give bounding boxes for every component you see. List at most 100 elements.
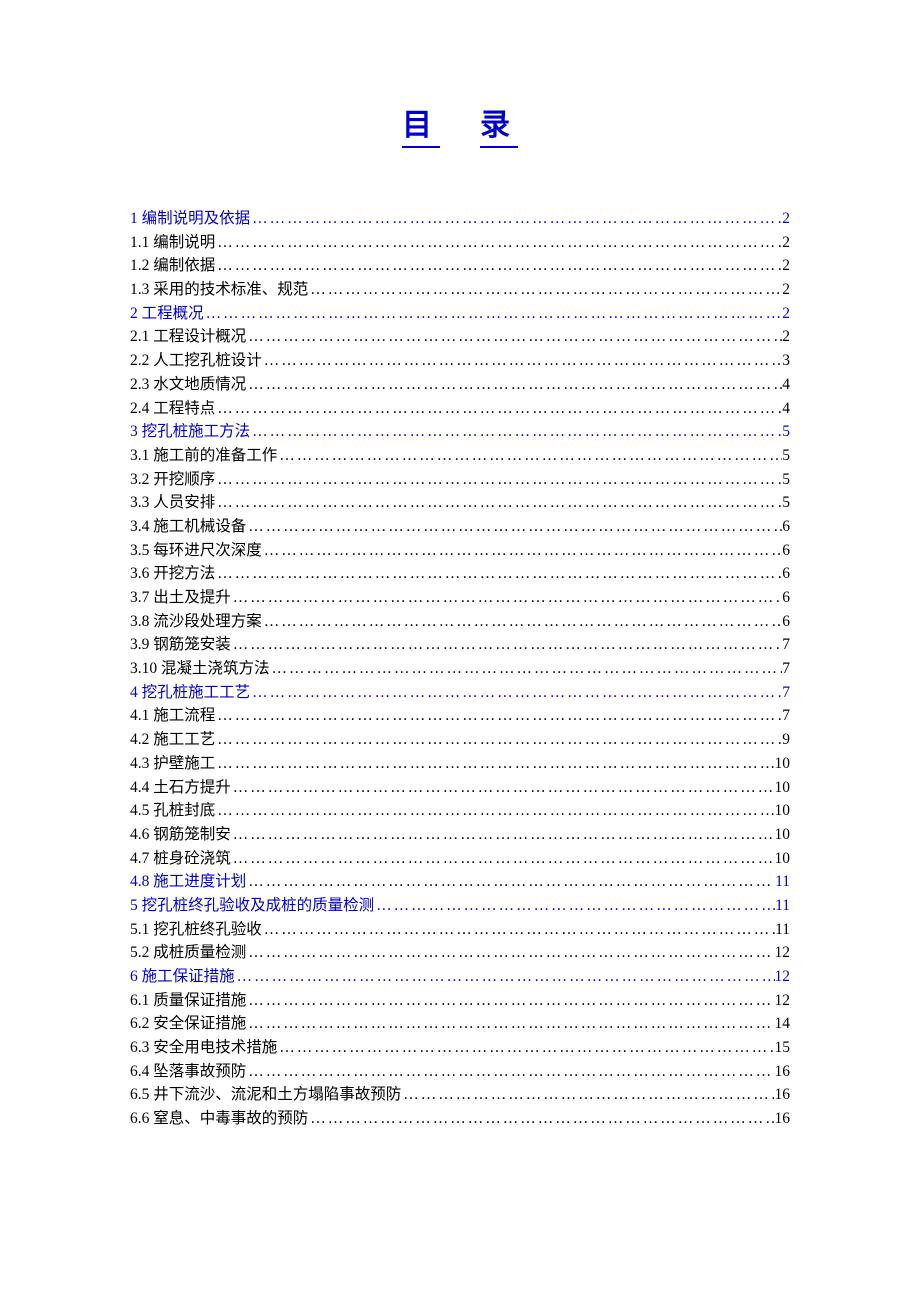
toc-leader-dots: …………………………………………………………………………………………………………… (215, 800, 774, 822)
toc-entry[interactable]: 3.3 人员安排……………………………………………………………………………………… (130, 492, 790, 514)
toc-entry[interactable]: 5 挖孔桩终孔验收及成桩的质量检测……………………………………………………………… (130, 895, 790, 917)
toc-entry[interactable]: 3.1 施工前的准备工作…………………………………………………………………………… (130, 445, 790, 467)
toc-entry-label: 3.5 每环进尺次深度 (130, 540, 262, 562)
toc-entry[interactable]: 6 施工保证措施……………………………………………………………………………………… (130, 966, 790, 988)
toc-entry-page: 10 (775, 824, 791, 846)
toc-leader-dots: …………………………………………………………………………………………………………… (262, 350, 782, 372)
toc-entry[interactable]: 2.1 工程设计概况………………………………………………………………………………… (130, 326, 790, 348)
toc-entry[interactable]: 4 挖孔桩施工工艺…………………………………………………………………………………… (130, 682, 790, 704)
toc-entry[interactable]: 3.2 开挖顺序……………………………………………………………………………………… (130, 469, 790, 491)
toc-entry[interactable]: 3.8 流沙段处理方案……………………………………………………………………………… (130, 611, 790, 633)
toc-entry-page: 15 (775, 1037, 791, 1059)
toc-entry-label: 3.2 开挖顺序 (130, 469, 215, 491)
toc-entry[interactable]: 4.7 桩身砼浇筑…………………………………………………………………………………… (130, 848, 790, 870)
toc-entry[interactable]: 4.2 施工工艺……………………………………………………………………………………… (130, 729, 790, 751)
toc-leader-dots: …………………………………………………………………………………………………………… (270, 658, 783, 680)
toc-entry[interactable]: 4.5 孔桩封底……………………………………………………………………………………… (130, 800, 790, 822)
table-of-contents: 1 编制说明及依据…………………………………………………………………………………… (130, 208, 790, 1130)
toc-entry[interactable]: 6.3 安全用电技术措施…………………………………………………………………………… (130, 1037, 790, 1059)
toc-leader-dots: …………………………………………………………………………………………………………… (231, 777, 775, 799)
toc-entry-label: 6.4 坠落事故预防 (130, 1061, 246, 1083)
toc-entry-label: 2.4 工程特点 (130, 398, 215, 420)
toc-entry[interactable]: 5.2 成桩质量检测………………………………………………………………………………… (130, 942, 790, 964)
toc-entry[interactable]: 4.6 钢筋笼制安…………………………………………………………………………………… (130, 824, 790, 846)
toc-entry-label: 6.5 井下流沙、流泥和土方塌陷事故预防 (130, 1084, 401, 1106)
toc-entry[interactable]: 6.6 窒息、中毒事故的预防……………………………………………………………………… (130, 1108, 790, 1130)
toc-entry-label: 5.2 成桩质量检测 (130, 942, 246, 964)
toc-entry[interactable]: 3.10 混凝土浇筑方法…………………………………………………………………………… (130, 658, 790, 680)
toc-entry-page: 7 (782, 634, 790, 656)
toc-entry-label: 4.8 施工进度计划 (130, 871, 246, 893)
toc-entry-page: 5 (782, 492, 790, 514)
toc-entry[interactable]: 4.3 护壁施工……………………………………………………………………………………… (130, 753, 790, 775)
toc-leader-dots: …………………………………………………………………………………………………………… (215, 729, 782, 751)
toc-leader-dots: …………………………………………………………………………………………………………… (246, 516, 782, 538)
toc-entry[interactable]: 2.3 水文地质情况………………………………………………………………………………… (130, 374, 790, 396)
toc-entry-label: 2.3 水文地质情况 (130, 374, 246, 396)
toc-entry-page: 11 (775, 895, 790, 917)
toc-entry[interactable]: 6.4 坠落事故预防………………………………………………………………………………… (130, 1061, 790, 1083)
toc-entry-label: 3.7 出土及提升 (130, 587, 231, 609)
toc-leader-dots: …………………………………………………………………………………………………………… (231, 848, 775, 870)
toc-entry-page: 2 (782, 326, 790, 348)
toc-entry[interactable]: 6.5 井下流沙、流泥和土方塌陷事故预防……………………………………………………… (130, 1084, 790, 1106)
toc-entry-label: 4.3 护壁施工 (130, 753, 215, 775)
toc-entry-page: 4 (782, 374, 790, 396)
toc-leader-dots: …………………………………………………………………………………………………………… (277, 445, 782, 467)
toc-entry-label: 3.6 开挖方法 (130, 563, 215, 585)
toc-entry[interactable]: 3.7 出土及提升…………………………………………………………………………………… (130, 587, 790, 609)
toc-entry[interactable]: 6.1 质量保证措施………………………………………………………………………………… (130, 990, 790, 1012)
toc-entry[interactable]: 2 工程概况…………………………………………………………………………………………… (130, 303, 790, 325)
toc-entry[interactable]: 4.1 施工流程……………………………………………………………………………………… (130, 705, 790, 727)
toc-entry-label: 4 挖孔桩施工工艺 (130, 682, 250, 704)
toc-entry-page: 5 (782, 421, 790, 443)
toc-entry[interactable]: 1.1 编制说明……………………………………………………………………………………… (130, 232, 790, 254)
toc-entry-label: 3.9 钢筋笼安装 (130, 634, 231, 656)
toc-leader-dots: …………………………………………………………………………………………………………… (250, 208, 782, 230)
toc-leader-dots: …………………………………………………………………………………………………………… (374, 895, 775, 917)
toc-entry[interactable]: 1 编制说明及依据…………………………………………………………………………………… (130, 208, 790, 230)
toc-leader-dots: …………………………………………………………………………………………………………… (235, 966, 775, 988)
toc-entry[interactable]: 1.3 采用的技术标准、规范……………………………………………………………………… (130, 279, 790, 301)
toc-entry-label: 4.1 施工流程 (130, 705, 215, 727)
toc-leader-dots: …………………………………………………………………………………………………………… (215, 563, 782, 585)
toc-entry-label: 3.10 混凝土浇筑方法 (130, 658, 270, 680)
toc-leader-dots: …………………………………………………………………………………………………………… (246, 942, 774, 964)
toc-entry[interactable]: 3.4 施工机械设备………………………………………………………………………………… (130, 516, 790, 538)
toc-leader-dots: …………………………………………………………………………………………………………… (246, 326, 782, 348)
toc-entry-label: 1.1 编制说明 (130, 232, 215, 254)
toc-entry-label: 6.3 安全用电技术措施 (130, 1037, 277, 1059)
toc-leader-dots: …………………………………………………………………………………………………………… (250, 421, 782, 443)
toc-entry-label: 2.2 人工挖孔桩设计 (130, 350, 262, 372)
toc-leader-dots: …………………………………………………………………………………………………………… (262, 540, 782, 562)
toc-entry-label: 2.1 工程设计概况 (130, 326, 246, 348)
toc-entry[interactable]: 4.4 土石方提升…………………………………………………………………………………… (130, 777, 790, 799)
toc-entry[interactable]: 2.4 工程特点……………………………………………………………………………………… (130, 398, 790, 420)
toc-entry-page: 2 (782, 208, 790, 230)
toc-leader-dots: …………………………………………………………………………………………………………… (215, 255, 782, 277)
toc-entry-page: 2 (782, 232, 790, 254)
toc-entry-label: 3 挖孔桩施工方法 (130, 421, 250, 443)
toc-entry[interactable]: 5.1 挖孔桩终孔验收……………………………………………………………………………… (130, 919, 790, 941)
toc-entry-page: 6 (782, 587, 790, 609)
toc-entry-page: 2 (782, 303, 790, 325)
toc-entry[interactable]: 6.2 安全保证措施………………………………………………………………………………… (130, 1013, 790, 1035)
toc-entry-page: 10 (775, 777, 791, 799)
toc-entry-label: 5 挖孔桩终孔验收及成桩的质量检测 (130, 895, 374, 917)
toc-entry[interactable]: 1.2 编制依据……………………………………………………………………………………… (130, 255, 790, 277)
toc-leader-dots: …………………………………………………………………………………………………………… (308, 1108, 774, 1130)
toc-leader-dots: …………………………………………………………………………………………………………… (215, 705, 782, 727)
toc-entry[interactable]: 3.6 开挖方法……………………………………………………………………………………… (130, 563, 790, 585)
toc-entry-page: 11 (775, 871, 790, 893)
title-right: 录 (480, 100, 518, 148)
toc-entry-label: 4.5 孔桩封底 (130, 800, 215, 822)
toc-entry-page: 10 (775, 800, 791, 822)
toc-entry-page: 5 (782, 445, 790, 467)
toc-entry[interactable]: 3 挖孔桩施工方法…………………………………………………………………………………… (130, 421, 790, 443)
toc-entry[interactable]: 2.2 人工挖孔桩设计……………………………………………………………………………… (130, 350, 790, 372)
toc-entry-page: 16 (775, 1061, 791, 1083)
toc-entry[interactable]: 4.8 施工进度计划………………………………………………………………………………… (130, 871, 790, 893)
toc-entry[interactable]: 3.5 每环进尺次深度……………………………………………………………………………… (130, 540, 790, 562)
toc-entry-page: 12 (775, 966, 791, 988)
toc-entry[interactable]: 3.9 钢筋笼安装…………………………………………………………………………………… (130, 634, 790, 656)
